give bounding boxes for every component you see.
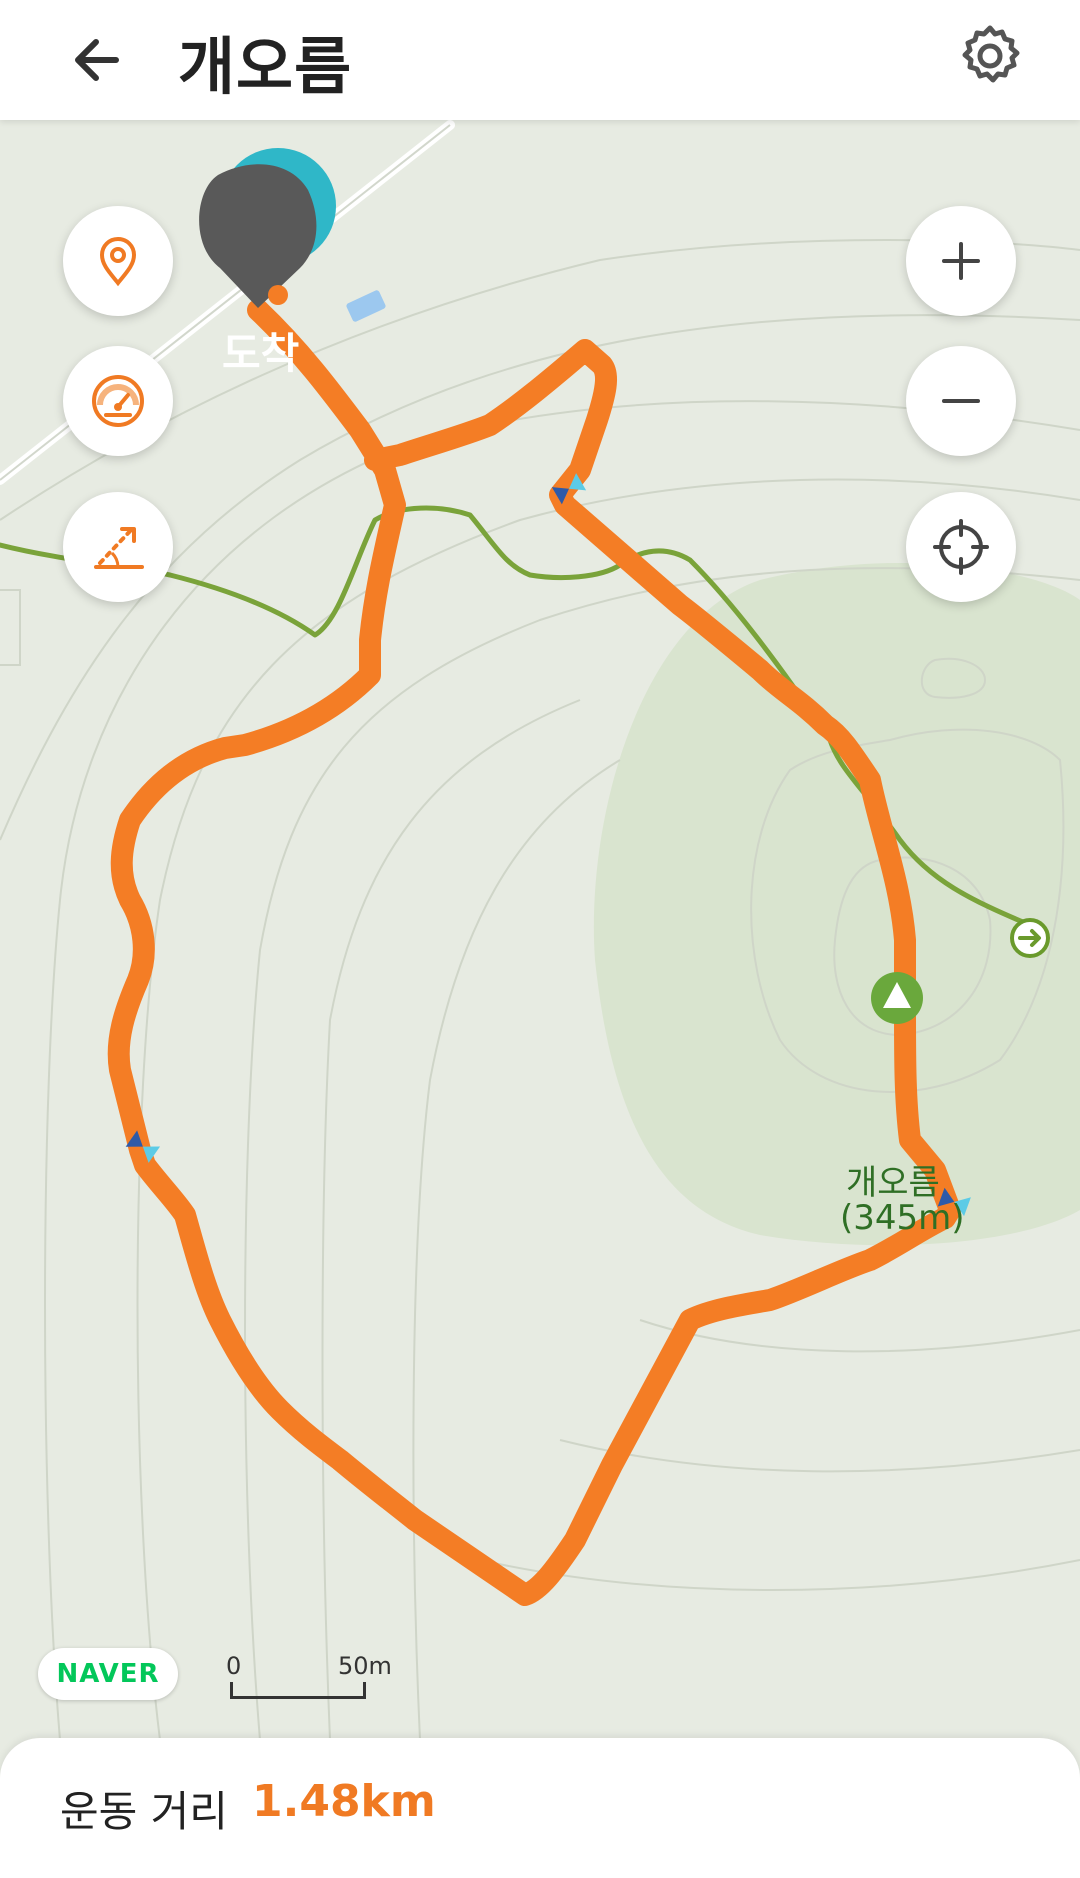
map-canvas bbox=[0, 120, 1080, 1740]
gear-icon bbox=[962, 25, 1020, 83]
zoom-in-button[interactable] bbox=[906, 206, 1016, 316]
recenter-button[interactable] bbox=[906, 492, 1016, 602]
zoom-out-icon bbox=[942, 399, 980, 403]
mountain-peak-icon bbox=[871, 972, 923, 1024]
route-slope-icon bbox=[94, 527, 144, 569]
stats-sheet[interactable]: 운동 거리 1.48km bbox=[0, 1738, 1080, 1878]
map-view[interactable]: 도착 개오름 (345m) bbox=[0, 120, 1080, 1740]
peak-elevation: (345m) bbox=[840, 1198, 965, 1238]
trail-exit-icon bbox=[1010, 918, 1050, 958]
pace-button[interactable] bbox=[63, 346, 173, 456]
peak-area bbox=[593, 562, 1080, 1246]
crosshair-icon bbox=[933, 519, 989, 575]
zoom-in-icon bbox=[942, 242, 980, 280]
settings-button[interactable] bbox=[950, 16, 1030, 96]
scale-zero-label: 0 bbox=[226, 1652, 242, 1680]
page-title: 개오름 bbox=[178, 30, 353, 103]
back-button[interactable] bbox=[60, 20, 140, 100]
location-pin-icon bbox=[99, 236, 137, 287]
naver-logo: NAVER bbox=[38, 1648, 178, 1700]
distance-value: 1.48km bbox=[252, 1776, 436, 1827]
speedometer-icon bbox=[92, 375, 144, 427]
zoom-out-button[interactable] bbox=[906, 346, 1016, 456]
arrow-left-icon bbox=[75, 39, 119, 81]
app-header: 개오름 bbox=[0, 0, 1080, 120]
scale-max-label: 50m bbox=[338, 1652, 392, 1680]
map-scale: 0 50m bbox=[226, 1652, 396, 1702]
peak-name: 개오름 bbox=[846, 1163, 940, 1203]
scale-bar bbox=[230, 1682, 366, 1699]
arrival-label: 도착 bbox=[222, 329, 300, 378]
location-button[interactable] bbox=[63, 206, 173, 316]
distance-label: 운동 거리 bbox=[60, 1787, 228, 1836]
slope-button[interactable] bbox=[63, 492, 173, 602]
